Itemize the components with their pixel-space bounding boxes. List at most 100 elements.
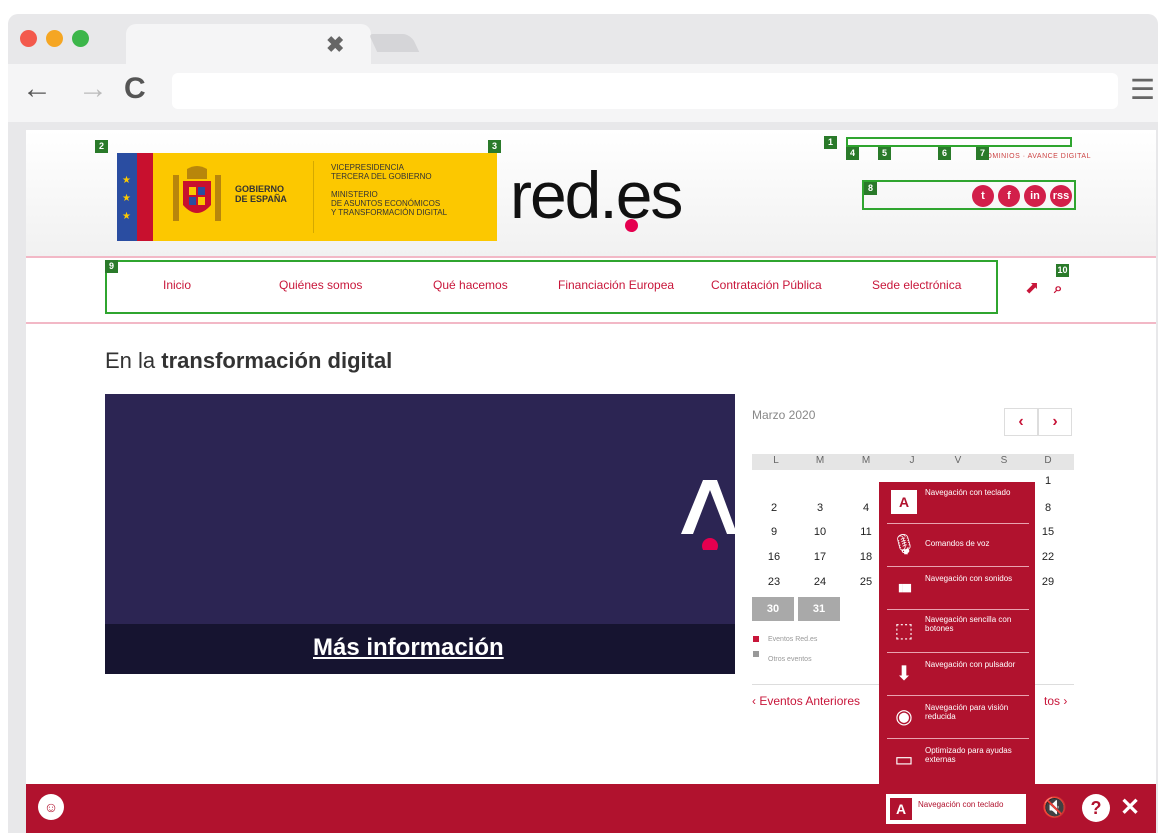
weekday-label: S <box>1000 455 1008 466</box>
previous-events-link[interactable]: ‹ Eventos Anteriores <box>752 694 860 708</box>
nav-item-quienes-somos[interactable]: Quiénes somos <box>279 278 362 292</box>
calendar-day[interactable]: 3 <box>809 502 831 514</box>
calendar-day-highlighted[interactable]: 31 <box>798 597 840 621</box>
address-bar[interactable] <box>172 73 1118 109</box>
redes-logo[interactable]: red.es <box>510 162 683 228</box>
calendar-day[interactable]: 8 <box>1037 502 1059 514</box>
search-icon[interactable]: ⌕ <box>1054 280 1062 297</box>
government-name: GOBIERNO DE ESPAÑA <box>235 184 287 204</box>
hamburger-menu-icon[interactable]: ☰ <box>1130 76 1155 104</box>
legend-swatch <box>753 651 759 657</box>
nav-item-inicio[interactable]: Inicio <box>163 278 191 292</box>
accessibility-logo-icon[interactable]: ☺ <box>38 794 64 820</box>
microphone-icon: 🎙 <box>891 534 917 556</box>
calendar-day[interactable]: 11 <box>855 526 877 538</box>
logo-dot <box>625 219 638 232</box>
element-badge: 1 <box>824 136 837 149</box>
hero-caption: Más información <box>105 624 735 674</box>
minimize-window-button[interactable] <box>46 30 63 47</box>
keyboard-a-icon: A <box>891 490 917 514</box>
top-links: DOMINIOS · AVANCE DIGITAL <box>846 137 1091 160</box>
browser-tab[interactable]: ✖ <box>126 24 371 64</box>
element-badge: 3 <box>488 140 501 153</box>
mute-icon[interactable]: 🔇 <box>1042 794 1067 822</box>
calendar-day[interactable]: 16 <box>763 551 785 563</box>
acc-button-navigation[interactable]: ⬚ Navegación sencilla con botones <box>887 611 1029 653</box>
accessibility-toolbar: ☺ A Navegación con teclado 🔇 ? ✕ <box>26 784 1156 833</box>
calendar-day[interactable]: 17 <box>809 551 831 563</box>
eye-icon: ◉ <box>895 706 913 728</box>
window-controls <box>20 30 89 47</box>
element-badge: 2 <box>95 140 108 153</box>
browser-toolbar: ← → C ☰ <box>8 64 1158 122</box>
maximize-window-button[interactable] <box>72 30 89 47</box>
coat-of-arms-icon <box>173 166 221 221</box>
calendar-day[interactable]: 24 <box>809 576 831 588</box>
eu-flag-strip: ★ ★ ★ <box>117 153 153 241</box>
element-badge: 9 <box>105 260 118 273</box>
calendar-day[interactable]: 18 <box>855 551 877 563</box>
linkedin-icon[interactable]: in <box>1024 185 1046 207</box>
rss-icon[interactable]: rss <box>1050 185 1072 207</box>
calendar-day[interactable]: 25 <box>855 576 877 588</box>
nav-item-sede-electronica[interactable]: Sede electrónica <box>872 278 961 292</box>
next-events-link[interactable]: tos › <box>1044 694 1067 708</box>
forward-arrow-icon[interactable]: → <box>78 74 108 104</box>
weekday-label: V <box>954 455 962 466</box>
calendar-day[interactable]: 4 <box>855 502 877 514</box>
main-navigation: Inicio Quiénes somos Qué hacemos Financi… <box>105 260 998 314</box>
twitter-icon[interactable]: t <box>972 185 994 207</box>
acc-voice-commands[interactable]: 🎙 Comandos de voz <box>887 525 1029 567</box>
reload-icon[interactable]: C <box>124 74 146 104</box>
government-logo[interactable]: ★ ★ ★ GOBIERNO DE ESPAÑA VICEPRESIDENCIA… <box>117 153 497 241</box>
calendar-day[interactable]: 23 <box>763 576 785 588</box>
acc-keyboard-navigation[interactable]: A Navegación con teclado <box>887 482 1029 524</box>
back-arrow-icon[interactable]: ← <box>22 74 52 104</box>
element-badge: 6 <box>938 147 951 160</box>
close-window-button[interactable] <box>20 30 37 47</box>
calendar-day[interactable]: 1 <box>1037 475 1059 487</box>
legend-label: Otros eventos <box>768 656 812 663</box>
calendar-day[interactable]: 15 <box>1037 526 1059 538</box>
site-header: ★ ★ ★ GOBIERNO DE ESPAÑA VICEPRESIDENCIA… <box>26 130 1156 256</box>
element-badge: 7 <box>976 147 989 160</box>
calendar-day[interactable]: 10 <box>809 526 831 538</box>
page-viewport: ★ ★ ★ GOBIERNO DE ESPAÑA VICEPRESIDENCIA… <box>26 130 1156 833</box>
weekday-label: L <box>773 455 779 466</box>
element-badge: 8 <box>864 182 877 195</box>
hero-banner: Más información <box>105 394 735 674</box>
nav-item-financiacion-europea[interactable]: Financiación Europea <box>558 278 674 292</box>
calendar-day[interactable]: 22 <box>1037 551 1059 563</box>
pointer-icon: ⬚ <box>894 620 914 642</box>
weekday-label: D <box>1044 455 1052 466</box>
calendar-prev-button[interactable]: ‹ <box>1004 408 1038 436</box>
calendar-day-highlighted[interactable]: 30 <box>752 597 794 621</box>
nav-item-contratacion-publica[interactable]: Contratación Pública <box>711 278 822 292</box>
more-info-link[interactable]: Más información <box>313 634 504 662</box>
calendar-day[interactable]: 29 <box>1037 576 1059 588</box>
brand-chevron-icon <box>681 480 735 550</box>
tab-close-icon[interactable]: ✖ <box>326 32 344 58</box>
acc-sound-navigation[interactable]: ▮▮▮ Navegación con sonidos <box>887 568 1029 610</box>
element-badge: 4 <box>846 147 859 160</box>
acc-low-vision[interactable]: ◉ Navegación para visión reducida <box>887 697 1029 739</box>
calendar-next-button[interactable]: › <box>1038 408 1072 436</box>
acc-external-aids[interactable]: ▭ Optimizado para ayudas externas <box>887 740 1029 782</box>
legend-swatch <box>753 636 759 642</box>
facebook-icon[interactable]: f <box>998 185 1020 207</box>
new-tab-button[interactable] <box>368 34 420 52</box>
calendar-day[interactable]: 9 <box>763 526 785 538</box>
calendar-day[interactable]: 2 <box>763 502 785 514</box>
share-icon[interactable]: ⬈ <box>1025 278 1039 298</box>
weekday-label: M <box>861 455 871 466</box>
top-links-box[interactable] <box>846 137 1072 147</box>
acc-switch-navigation[interactable]: ⬇ Navegación con pulsador <box>887 654 1029 696</box>
header-divider <box>26 256 1156 258</box>
help-icon[interactable]: ? <box>1082 794 1110 822</box>
page-title: En la transformación digital <box>105 348 393 373</box>
close-icon[interactable]: ✕ <box>1120 794 1140 822</box>
current-mode-button[interactable]: A Navegación con teclado <box>886 794 1026 824</box>
nav-item-que-hacemos[interactable]: Qué hacemos <box>433 278 508 292</box>
star-icon: ★ <box>122 175 131 186</box>
legend-label: Eventos Red.es <box>768 636 818 643</box>
